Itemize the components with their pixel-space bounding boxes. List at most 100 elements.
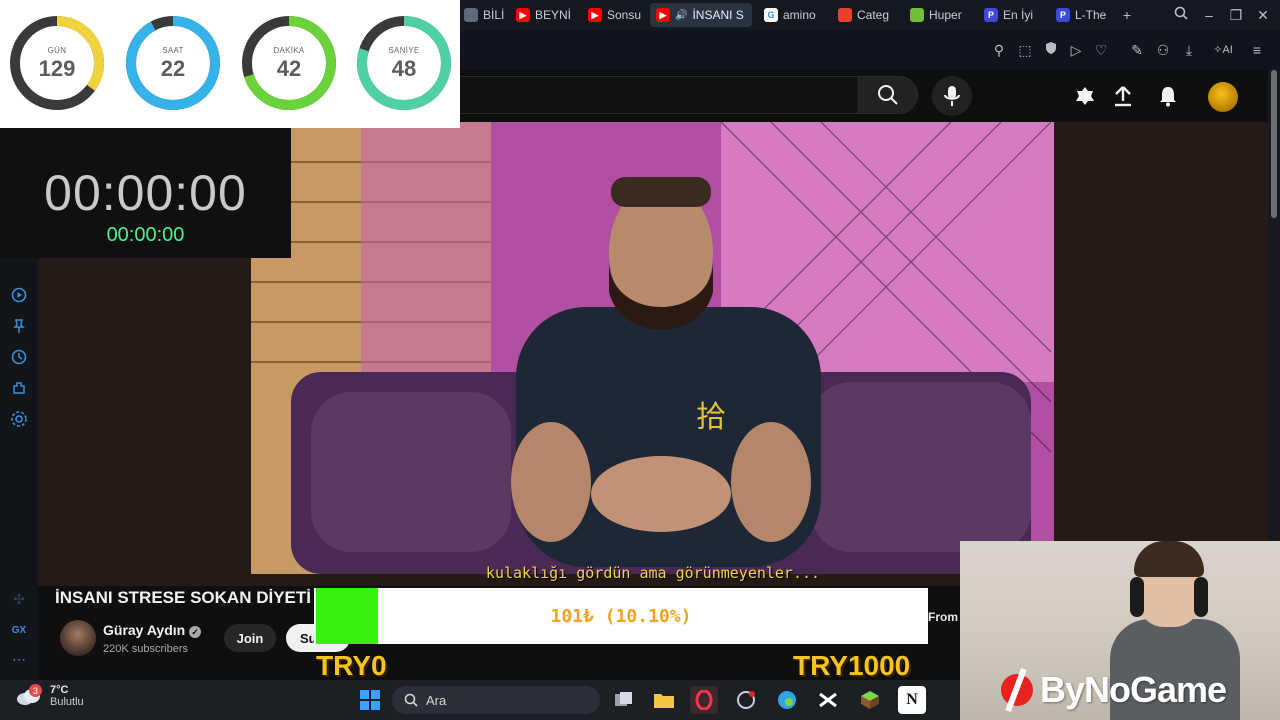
search-icon	[404, 693, 418, 707]
countdown-widget: GÜN 129 SAAT 22 DAKİKA 42 SANİYE 48	[0, 0, 460, 128]
search-tabs-icon[interactable]	[1172, 6, 1190, 24]
capcut-icon[interactable]	[814, 686, 842, 714]
snapshot-icon[interactable]: ⬚	[1016, 41, 1034, 59]
countdown-unit-label: GÜN	[47, 46, 67, 55]
donation-max-label: TRY1000	[793, 650, 911, 681]
browser-tab-label: BİLİMS	[483, 8, 504, 22]
shield-icon[interactable]	[1042, 41, 1060, 59]
voice-search-button[interactable]	[932, 76, 972, 116]
account-avatar[interactable]	[1208, 82, 1238, 112]
countdown-unit-value: 129	[38, 56, 76, 81]
sidebar-player-icon[interactable]	[10, 286, 28, 304]
browser-tab[interactable]: ▶ BEYNİ	[510, 3, 576, 27]
stopwatch-sub-time: 00:00:00	[106, 224, 185, 246]
svg-text:拾: 拾	[696, 400, 726, 435]
task-view-icon[interactable]	[610, 686, 638, 714]
webcam-overlay: ByNoGame	[960, 541, 1280, 720]
channel-avatar[interactable]	[60, 620, 96, 656]
browser-tab[interactable]: ▶ 🔊 İNSANI S	[650, 3, 752, 27]
weather-temperature: 7°C	[50, 684, 69, 696]
sidebar-settings-icon[interactable]	[10, 410, 28, 428]
file-explorer-icon[interactable]	[650, 686, 678, 714]
minecraft-icon[interactable]	[856, 686, 884, 714]
browser-tab[interactable]: Huper	[904, 3, 974, 27]
from-label[interactable]: From	[928, 610, 958, 624]
countdown-ring: SANİYE 48	[355, 14, 453, 112]
countdown-unit-label: DAKİKA	[273, 46, 305, 55]
youtube-icon: ▶	[656, 8, 670, 22]
browser-tab[interactable]: Gamino	[758, 3, 828, 27]
search-input[interactable]	[458, 76, 858, 114]
browser-tab[interactable]: P L-The	[1050, 3, 1116, 27]
edge-icon[interactable]	[773, 686, 801, 714]
windows-taskbar: 3 7°C Bulutlu Ara N	[0, 680, 960, 720]
opera-gx-icon[interactable]	[690, 686, 718, 714]
extensions-icon[interactable]: ✎	[1128, 41, 1146, 59]
ai-icon[interactable]: ✧AI	[1208, 41, 1238, 59]
browser-tab[interactable]: BİLİMS	[458, 3, 504, 27]
channel-name-text: Güray Aydın	[103, 622, 186, 638]
p-icon: P	[1056, 8, 1070, 22]
browser-tab[interactable]: ▶ Sonsu	[582, 3, 648, 27]
video-title: İNSANI STRESE SOKAN DİYETİ	[55, 588, 311, 607]
close-icon[interactable]: ✕	[1254, 6, 1272, 24]
speaker-icon[interactable]: 🔊	[675, 10, 687, 21]
countdown-unit-value: 22	[160, 56, 186, 81]
stopwatch-widget: 00:00:00 00:00:00	[0, 128, 291, 258]
browser-tab-label: En İyi	[1003, 8, 1034, 22]
heart-icon[interactable]: ♡	[1092, 41, 1110, 59]
bynogame-logo: ByNoGame	[998, 667, 1227, 713]
sidebar-more-icon[interactable]: ⋯	[10, 650, 28, 668]
join-button[interactable]: Join	[224, 624, 276, 652]
minimize-icon[interactable]: –	[1200, 6, 1218, 24]
browser-tab[interactable]: Categ	[832, 3, 902, 27]
channel-name[interactable]: Güray Aydın ✓	[103, 622, 202, 638]
notifications-bell-icon[interactable]	[1156, 84, 1180, 108]
pin-icon[interactable]: ⚲	[990, 41, 1008, 59]
microphone-icon	[944, 86, 960, 106]
sidebar-history-icon[interactable]	[10, 348, 28, 366]
sidebar-extensions-icon[interactable]	[10, 379, 28, 397]
video-frame[interactable]: 拾	[251, 122, 1054, 574]
browser-tab-label: İNSANI S	[692, 8, 744, 22]
steering-app-icon[interactable]	[732, 686, 760, 714]
screen: BİLİMS ▶ BEYNİ ▶ Sonsu ▶ 🔊 İNSANI S Gamino Categ H…	[0, 0, 1280, 720]
browser-tab-label: Categ	[857, 8, 890, 22]
notion-icon[interactable]: N	[898, 686, 926, 714]
browser-tab-label: amino	[783, 8, 816, 22]
weather-condition: Bulutlu	[50, 696, 84, 708]
headphones-left-icon	[1130, 577, 1144, 617]
new-tab-icon[interactable]: +	[1118, 6, 1136, 24]
scrollbar-thumb[interactable]	[1271, 70, 1277, 218]
p-icon: P	[984, 8, 998, 22]
headphones-right-icon	[1194, 577, 1208, 617]
sidebar-gx-label[interactable]: GX	[10, 621, 28, 639]
restore-icon[interactable]: ❐	[1227, 6, 1245, 24]
taskbar-search-input[interactable]: Ara	[392, 686, 600, 714]
upload-icon[interactable]	[1111, 84, 1135, 108]
donation-progress-bar: 101₺ (10.10%)	[314, 588, 928, 644]
countdown-unit-value: 42	[276, 56, 302, 81]
countdown-unit-label: SAAT	[162, 46, 184, 55]
play-icon[interactable]: ▷	[1067, 41, 1085, 59]
youtube-icon: ▶	[516, 8, 530, 22]
countdown-ring: GÜN 129	[8, 14, 106, 112]
countdown-unit-value: 48	[391, 56, 417, 81]
countdown-unit-label: SANİYE	[388, 46, 420, 55]
download-icon[interactable]: ⤓	[1180, 41, 1198, 59]
browser-tab-label: Sonsu	[607, 8, 642, 22]
weather-widget[interactable]: 3 7°C Bulutlu	[16, 684, 84, 708]
user-lock-icon[interactable]: ⚇	[1154, 41, 1172, 59]
search-button[interactable]	[858, 76, 918, 114]
flame-icon	[838, 8, 852, 22]
create-icon[interactable]	[1073, 84, 1097, 108]
browser-tab[interactable]: P En İyi	[978, 3, 1046, 27]
menu-icon[interactable]: ≡	[1248, 41, 1266, 59]
donation-progress-text: 101₺ (10.10%)	[550, 606, 692, 627]
bynogame-logo-icon	[1001, 667, 1033, 713]
sidebar-fan-icon[interactable]: ✣	[10, 590, 28, 608]
sidebar-pin-icon[interactable]	[10, 317, 28, 335]
windows-start-icon[interactable]	[356, 686, 384, 714]
webcam-person-hair	[1134, 541, 1204, 577]
google-icon: G	[764, 8, 778, 22]
